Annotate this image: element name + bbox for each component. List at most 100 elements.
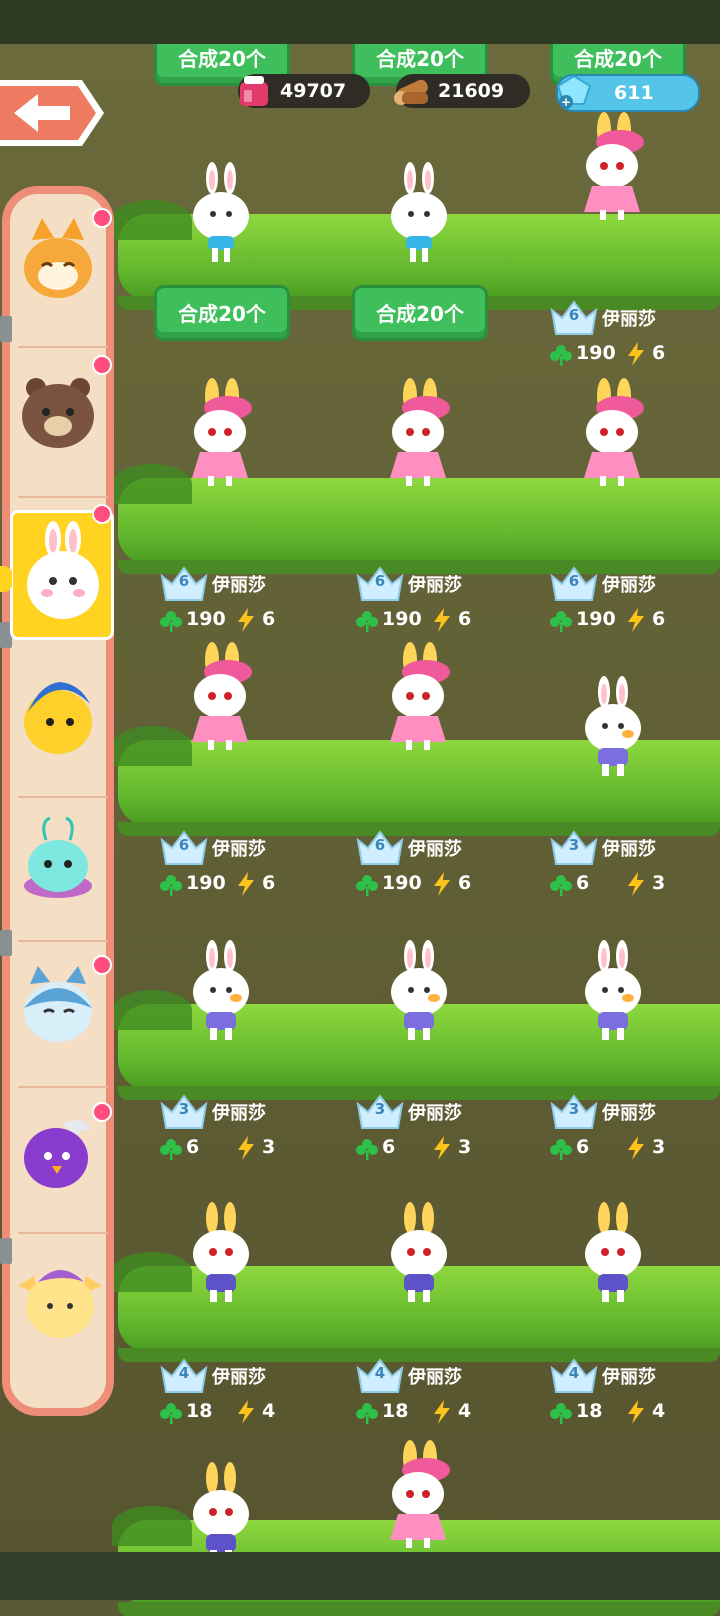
level-number: 3 (374, 1100, 386, 1118)
creature-card[interactable]: 3 伊丽莎 6 3 (356, 1094, 516, 1166)
creature-name: 伊丽莎 (602, 1367, 656, 1388)
creature-name: 伊丽莎 (212, 1367, 266, 1388)
creature-name: 伊丽莎 (602, 575, 656, 596)
lightning-icon (628, 872, 644, 896)
lightning-icon (238, 1400, 254, 1424)
bunny-creature[interactable] (178, 160, 264, 270)
bunny-creature[interactable] (570, 1200, 656, 1310)
clover-icon (356, 611, 378, 632)
bunny-creature[interactable] (376, 1200, 462, 1310)
level-number: 6 (178, 572, 190, 590)
bunny-creature[interactable] (178, 378, 264, 488)
sidebar-item-brown-bear[interactable] (12, 360, 116, 490)
bunny-creature[interactable] (178, 642, 264, 752)
lightning-icon (628, 608, 644, 632)
yellow-bird-icon (24, 682, 92, 754)
sidebar-divider (18, 940, 108, 942)
energy-value: 4 (458, 1400, 472, 1422)
lightning-icon (434, 1136, 450, 1160)
bunny-creature[interactable] (376, 378, 462, 488)
svg-text:+: + (561, 95, 571, 109)
lightning-icon (434, 1400, 450, 1424)
level-number: 6 (374, 836, 386, 854)
energy-value: 3 (652, 1136, 666, 1158)
energy-value: 6 (262, 608, 276, 630)
clover-icon (356, 1403, 378, 1424)
sidebar-item-yellow-bird[interactable] (12, 666, 116, 796)
bunny-creature[interactable] (178, 938, 264, 1048)
merge-button[interactable]: 合成20个 (352, 285, 488, 341)
notification-badge (92, 504, 112, 524)
clover-icon (356, 875, 378, 896)
creature-card[interactable]: 3 伊丽莎 6 3 (160, 1094, 320, 1166)
horned-yellow-icon (18, 1270, 102, 1338)
orange-cat-icon (24, 218, 92, 298)
wood-counter: 21609 (394, 74, 530, 108)
purple-bird-icon (24, 1120, 92, 1188)
lightning-icon (628, 1400, 644, 1424)
clover-value: 18 (186, 1400, 213, 1422)
bunny-creature[interactable] (570, 938, 656, 1048)
energy-value: 3 (262, 1136, 276, 1158)
sidebar-item-cyan-bug[interactable] (12, 810, 116, 940)
clover-value: 6 (186, 1136, 200, 1158)
creature-card[interactable]: 4 伊丽莎 18 4 (160, 1358, 320, 1430)
sidebar-clip (0, 930, 12, 956)
creature-card[interactable]: 6 伊丽莎 190 6 (550, 300, 710, 372)
clover-value: 6 (382, 1136, 396, 1158)
creature-name: 伊丽莎 (602, 1103, 656, 1124)
energy-value: 4 (652, 1400, 666, 1422)
bunny-creature[interactable] (570, 112, 656, 222)
back-button[interactable] (0, 78, 104, 148)
clover-icon (160, 875, 182, 896)
gem-counter[interactable]: + 611 (556, 74, 700, 112)
clover-icon (160, 1403, 182, 1424)
clover-icon (160, 611, 182, 632)
bunny-creature[interactable] (178, 1200, 264, 1310)
sidebar-clip (0, 316, 12, 342)
creature-name: 伊丽莎 (602, 309, 656, 330)
creature-card[interactable]: 4 伊丽莎 18 4 (550, 1358, 710, 1430)
level-number: 6 (374, 572, 386, 590)
sidebar-item-white-bunny[interactable] (10, 510, 114, 640)
sidebar-clip (0, 1238, 12, 1264)
creature-card[interactable]: 6 伊丽莎 190 6 (160, 830, 320, 902)
bunny-creature[interactable] (376, 938, 462, 1048)
energy-value: 6 (652, 608, 666, 630)
lightning-icon (628, 342, 644, 366)
clover-value: 6 (576, 1136, 590, 1158)
lightning-icon (238, 1136, 254, 1160)
lightning-icon (434, 872, 450, 896)
clover-value: 6 (576, 872, 590, 894)
sidebar-item-orange-cat[interactable] (12, 210, 116, 340)
lightning-icon (628, 1136, 644, 1160)
bunny-creature[interactable] (376, 642, 462, 752)
creature-card[interactable]: 4 伊丽莎 18 4 (356, 1358, 516, 1430)
clover-icon (160, 1139, 182, 1160)
creature-card[interactable]: 3 伊丽莎 6 3 (550, 830, 710, 902)
creature-name: 伊丽莎 (602, 839, 656, 860)
creature-card[interactable]: 6 伊丽莎 190 6 (550, 566, 710, 638)
creature-name: 伊丽莎 (408, 1367, 462, 1388)
level-number: 3 (568, 836, 580, 854)
bunny-creature[interactable] (376, 160, 462, 270)
bunny-creature[interactable] (376, 1440, 462, 1550)
clover-icon (550, 345, 572, 366)
creature-card[interactable]: 6 伊丽莎 190 6 (356, 830, 516, 902)
creature-card[interactable]: 3 伊丽莎 6 3 (550, 1094, 710, 1166)
sidebar-divider (18, 346, 108, 348)
bunny-creature[interactable] (570, 378, 656, 488)
creature-name: 伊丽莎 (408, 575, 462, 596)
bunny-creature[interactable] (570, 674, 656, 784)
energy-value: 6 (652, 342, 666, 364)
merge-button[interactable]: 合成20个 (154, 285, 290, 341)
creature-name: 伊丽莎 (408, 839, 462, 860)
creature-card[interactable]: 6 伊丽莎 190 6 (160, 566, 320, 638)
white-bunny-icon (27, 521, 99, 619)
sidebar-item-horned-yellow[interactable] (12, 1246, 116, 1376)
creature-card[interactable]: 6 伊丽莎 190 6 (356, 566, 516, 638)
level-number: 3 (568, 1100, 580, 1118)
clover-value: 18 (382, 1400, 409, 1422)
level-number: 3 (178, 1100, 190, 1118)
brown-bear-icon (22, 378, 94, 448)
